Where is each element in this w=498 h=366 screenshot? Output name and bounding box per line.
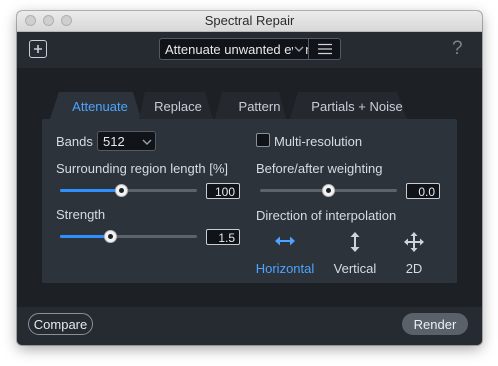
tab-partials-noise[interactable]: Partials + Noise bbox=[301, 92, 413, 120]
surrounding-region-label: Surrounding region length [%] bbox=[56, 161, 229, 176]
add-preset-button[interactable] bbox=[29, 40, 47, 58]
direction-horizontal-button[interactable]: Horizontal bbox=[252, 261, 318, 276]
surrounding-region-slider-fill bbox=[60, 189, 122, 192]
strength-slider-fill bbox=[60, 235, 111, 238]
direction-label: Direction of interpolation bbox=[256, 208, 397, 223]
plus-icon bbox=[34, 45, 42, 53]
tab-pattern[interactable]: Pattern bbox=[222, 92, 297, 120]
preset-menu-button[interactable] bbox=[308, 38, 341, 60]
compare-button[interactable]: Compare bbox=[28, 313, 93, 335]
four-way-arrows-icon[interactable] bbox=[403, 231, 425, 258]
direction-2d-button[interactable]: 2D bbox=[397, 261, 431, 276]
weighting-label: Before/after weighting bbox=[256, 161, 383, 176]
vertical-arrows-icon[interactable] bbox=[347, 231, 363, 258]
chevron-down-icon bbox=[293, 42, 305, 54]
horizontal-arrows-icon[interactable] bbox=[274, 233, 296, 254]
hamburger-menu-icon bbox=[317, 43, 332, 55]
surrounding-region-slider-track[interactable] bbox=[60, 189, 197, 192]
chevron-down-icon bbox=[141, 135, 153, 153]
help-button[interactable]: ? bbox=[452, 38, 463, 60]
footer: Compare Render bbox=[17, 307, 482, 345]
direction-vertical-button[interactable]: Vertical bbox=[325, 261, 385, 276]
window-title: Spectral Repair bbox=[204, 13, 295, 28]
weighting-slider-thumb[interactable] bbox=[322, 184, 335, 197]
bands-label: Bands bbox=[56, 134, 93, 149]
multi-resolution-label: Multi-resolution bbox=[274, 134, 363, 149]
title-bar: Spectral Repair bbox=[17, 11, 482, 32]
strength-value[interactable]: 1.5 bbox=[206, 229, 240, 245]
tab-attenuate[interactable]: Attenuate bbox=[59, 92, 141, 120]
tab-replace[interactable]: Replace bbox=[144, 92, 212, 120]
render-button[interactable]: Render bbox=[402, 313, 468, 335]
strength-slider-track[interactable] bbox=[60, 235, 197, 238]
weighting-value[interactable]: 0.0 bbox=[406, 183, 440, 199]
spectral-repair-window: Spectral Repair Attenuate unwanted event… bbox=[17, 11, 482, 345]
main-area: Attenuate Replace Pattern Partials + Noi… bbox=[17, 68, 482, 307]
toolbar: Attenuate unwanted events ? bbox=[17, 32, 482, 68]
strength-label: Strength bbox=[56, 207, 106, 222]
surrounding-region-value[interactable]: 100 bbox=[206, 183, 240, 199]
preset-dropdown[interactable]: Attenuate unwanted events bbox=[159, 38, 309, 60]
multi-resolution-checkbox[interactable] bbox=[256, 133, 270, 147]
